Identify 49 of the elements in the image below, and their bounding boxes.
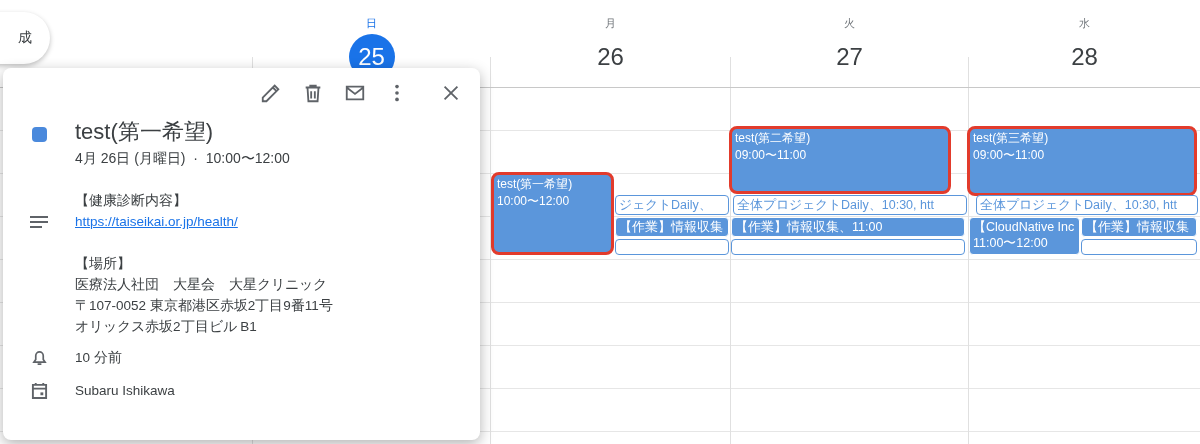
event-title: 全体プロジェクトDaily、10:30, htt — [980, 197, 1178, 213]
event-chip[interactable]: test(第三希望) 09:00〜11:00 — [967, 126, 1197, 196]
event-title: test(第一希望) — [497, 176, 574, 193]
event-title: 【作業】情報収集 — [1085, 219, 1190, 235]
event-title: 全体プロジェクトDaily、10:30, htt — [737, 197, 935, 213]
event-chip[interactable] — [615, 239, 729, 255]
event-chip[interactable]: ジェクトDaily、 — [615, 195, 729, 215]
edit-icon[interactable] — [260, 82, 282, 104]
event-chip[interactable]: 【CloudNative Inc 11:00〜12:00 — [969, 217, 1080, 255]
location-line: オリックス赤坂2丁目ビル B1 — [75, 318, 258, 336]
location-heading: 【場所】 — [75, 255, 132, 273]
weekday-label: 火 — [844, 16, 855, 30]
calendar-owner: Subaru Ishikawa — [75, 382, 175, 400]
event-chip[interactable]: 【作業】情報収集 — [615, 217, 729, 237]
location-line: 医療法人社団 大星会 大星クリニック — [75, 276, 328, 294]
event-time: 10:00〜12:00 — [497, 193, 571, 210]
location-line: 〒107-0052 東京都港区赤坂2丁目9番11号 — [75, 297, 333, 315]
calendar-icon — [30, 382, 48, 399]
event-chip[interactable] — [731, 239, 965, 255]
weekday-label: 水 — [1079, 16, 1090, 30]
event-title: ジェクトDaily、 — [619, 197, 713, 213]
event-title: test(第一希望) — [75, 118, 215, 146]
description-icon — [30, 216, 48, 228]
weekday-label: 月 — [605, 16, 616, 30]
event-chip[interactable]: test(第二希望) 09:00〜11:00 — [729, 126, 951, 194]
event-title: test(第二希望) — [735, 130, 812, 147]
event-title: 【CloudNative Inc — [973, 219, 1076, 235]
event-chip[interactable]: 【作業】情報収集 — [1081, 217, 1197, 237]
create-button[interactable]: 成 — [0, 12, 50, 64]
event-datetime: 4月 26日 (月曜日) · 10:00〜12:00 — [75, 150, 290, 168]
event-time: 09:00〜11:00 — [735, 147, 808, 164]
date-number[interactable]: 27 — [826, 34, 873, 80]
description-heading: 【健康診断内容】 — [75, 192, 188, 210]
bell-icon — [31, 349, 47, 366]
event-title: test(第三希望) — [973, 130, 1050, 147]
event-title: 【作業】情報収集、11:00 — [735, 219, 884, 235]
date-number[interactable]: 28 — [1061, 34, 1108, 80]
event-chip[interactable]: test(第一希望) 10:00〜12:00 — [491, 172, 614, 255]
weekday-label: 日 — [366, 16, 377, 30]
date-number[interactable]: 26 — [587, 34, 634, 80]
event-time: 11:00〜12:00 — [973, 235, 1049, 251]
description-link[interactable]: https://taiseikai.or.jp/health/ — [75, 211, 333, 232]
event-chip[interactable] — [1081, 239, 1197, 255]
event-chip[interactable]: 全体プロジェクトDaily、10:30, htt — [733, 195, 967, 215]
reminder-text: 10 分前 — [75, 349, 122, 367]
event-chip[interactable]: 全体プロジェクトDaily、10:30, htt — [976, 195, 1198, 215]
event-chip[interactable]: 【作業】情報収集、11:00 — [731, 217, 965, 237]
event-title: 【作業】情報収集 — [619, 219, 724, 235]
event-time: 09:00〜11:00 — [973, 147, 1046, 164]
